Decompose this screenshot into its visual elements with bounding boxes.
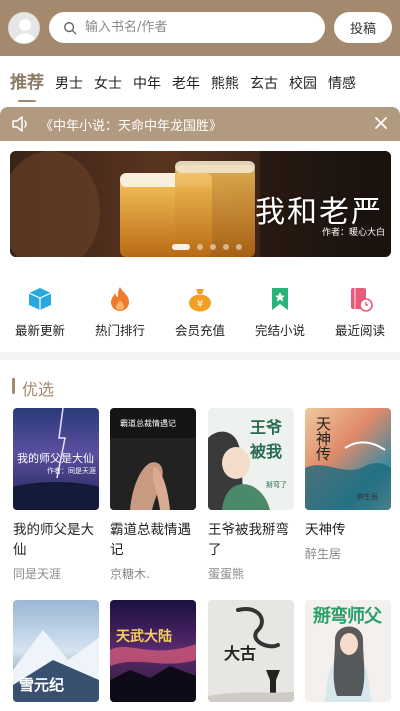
active-tab-indicator [18,100,36,102]
book-author: 醉生居 [305,547,342,561]
notice-text: 《中年小说：天命中年龙国胜》 [40,118,223,134]
category-tabs: 推荐 男士 女士 中年 老年 熊熊 玄古 校园 情感 [10,68,367,93]
bookmark-icon [272,288,288,310]
book-cover[interactable]: 雪元纪 [13,600,99,702]
book-card[interactable]: 雪元纪 [13,600,99,702]
book-cover[interactable]: 大古 [208,600,294,702]
quick-nav-label: 最近阅读 [334,323,385,338]
avatar-body [14,33,36,43]
cover-subtitle: 掰弯了 [266,481,287,489]
book-title: 霸道总裁情遇记 [110,522,191,558]
book-title: 天神传 [305,522,346,538]
close-icon[interactable] [374,116,388,130]
carousel-dot[interactable] [223,244,229,250]
quick-nav-hot[interactable]: 热门排行 [85,282,155,339]
section-divider [0,352,400,360]
fire-icon [111,287,129,311]
book-author: 京糖木. [110,567,150,581]
tab-elderly[interactable]: 老年 [172,73,200,93]
quick-nav-finished[interactable]: 完结小说 [245,282,315,339]
book-card[interactable]: 我的师父是大仙 作者：同是天涯 我的师父是大仙 同是天涯 [13,408,99,582]
book-cover[interactable]: 霸道总裁情遇记 [110,408,196,510]
section-title: 优选 [22,380,55,399]
quick-nav-recent[interactable]: 最近阅读 [325,282,395,339]
quick-nav-label: 最新更新 [14,323,65,338]
banner-subtitle: 作者：暖心大白 [321,228,385,238]
carousel-dot[interactable] [210,244,216,250]
tab-middle-age[interactable]: 中年 [133,73,161,93]
svg-text:¥: ¥ [197,299,203,310]
tab-xiongxiong[interactable]: 熊熊 [211,73,239,93]
cover-subtitle: 醉生居 [357,493,378,501]
cover-art [110,644,196,702]
tab-xuangu[interactable]: 玄古 [250,73,278,93]
cover-title: 大古 [224,644,257,663]
book-card[interactable]: 掰弯师父 [305,600,391,702]
avatar-head [19,19,31,31]
tab-romance[interactable]: 情感 [328,73,356,93]
notice-bar[interactable]: 《中年小说：天命中年龙国胜》 [0,107,400,141]
book-author: 蛋蛋熊 [208,567,245,581]
quick-nav-latest[interactable]: 最新更新 [5,282,75,339]
cover-title: 掰弯师父 [313,606,382,627]
book-title: 王爷被我掰弯了 [208,522,289,558]
carousel-dot[interactable] [236,244,242,250]
book-title: 我的师父是大仙 [13,522,94,558]
cover-subtitle: 作者：同是天涯 [47,467,96,475]
search-bar[interactable] [49,12,325,43]
money-bag-icon: ¥ [189,289,211,312]
tab-campus[interactable]: 校园 [289,73,317,93]
book-cover[interactable]: 天武大陆 [110,600,196,702]
tab-recommend[interactable]: 推荐 [10,68,44,93]
search-icon [64,21,77,34]
cover-title: 天神传 [314,416,332,461]
search-input[interactable] [85,20,305,35]
cover-title: 霸道总裁情遇记 [120,419,176,428]
book-card[interactable]: 天武大陆 [110,600,196,702]
book-clock-icon [351,288,373,312]
quick-nav-label: 会员充值 [174,323,225,338]
tab-women[interactable]: 女士 [94,73,122,93]
quick-nav-label: 完结小说 [254,323,305,338]
cover-title: 王爷被我 [250,418,283,461]
book-card[interactable]: 王爷被我 掰弯了 王爷被我掰弯了 蛋蛋熊 [208,408,294,582]
carousel-dot-active[interactable] [172,244,190,250]
section-accent-bar [12,378,15,394]
submit-manuscript-button[interactable]: 投稿 [334,12,392,43]
speaker-icon [12,116,27,132]
book-cover[interactable]: 王爷被我 掰弯了 [208,408,294,510]
cover-title: 天武大陆 [116,629,172,645]
book-card[interactable]: 霸道总裁情遇记 霸道总裁情遇记 京糖木. [110,408,196,582]
book-card[interactable]: 大古 [208,600,294,702]
quick-nav-vip[interactable]: ¥ 会员充值 [165,282,235,339]
carousel-dots [172,244,242,250]
cover-title: 雪元纪 [19,676,65,694]
book-author: 同是天涯 [13,567,62,581]
quick-nav: 最新更新 热门排行 ¥ 会员充值 完结小说 最近阅读 [0,282,400,342]
quick-nav-label: 热门排行 [94,323,145,338]
carousel-dot[interactable] [197,244,203,250]
user-avatar[interactable] [8,12,40,44]
tab-men[interactable]: 男士 [55,73,83,93]
box-icon [28,288,52,310]
book-card[interactable]: 天神传 醉生居 天神传 醉生居 [305,408,391,562]
cover-title: 我的师父是大仙 [17,452,94,465]
book-cover[interactable]: 掰弯师父 [305,600,391,702]
book-cover[interactable]: 天神传 醉生居 [305,408,391,510]
book-cover[interactable]: 我的师父是大仙 作者：同是天涯 [13,408,99,510]
top-header: 投稿 [0,0,400,56]
promo-banner[interactable]: 我和老严 作者：暖心大白 [10,151,391,257]
